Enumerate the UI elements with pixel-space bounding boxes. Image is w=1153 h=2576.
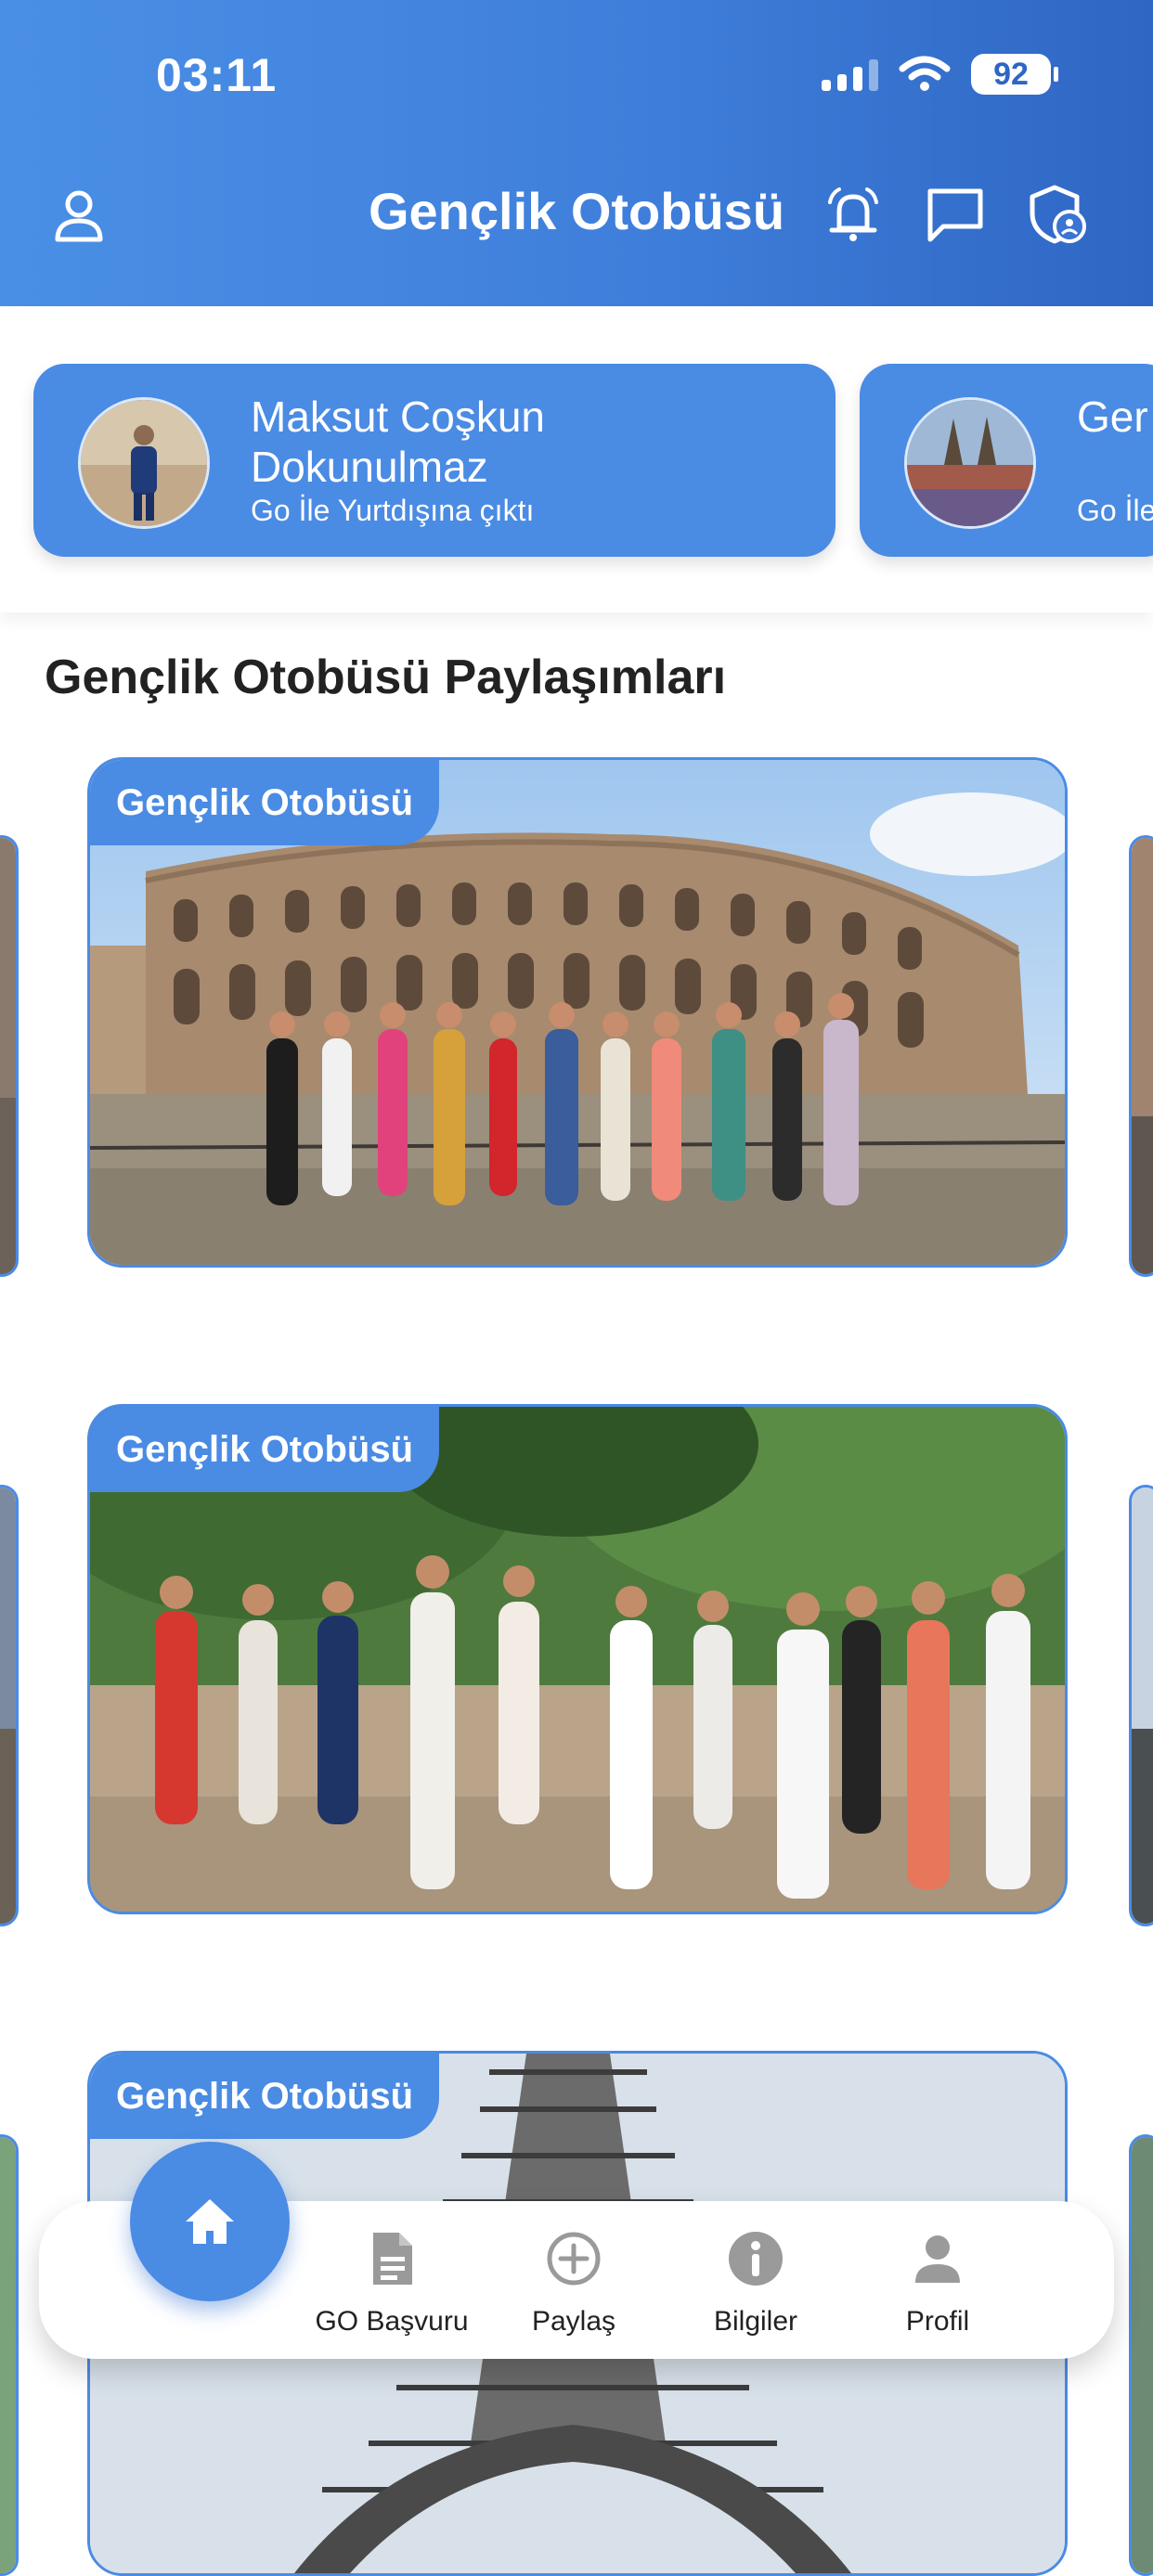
home-button[interactable]: [130, 2142, 290, 2301]
adjacent-post-card[interactable]: [1129, 1485, 1153, 1926]
avatar: [78, 397, 210, 529]
app-header: 03:11 92 Gençlik Otobüsü: [0, 0, 1153, 306]
adjacent-post-card[interactable]: [1129, 2134, 1153, 2576]
story-name: Maksut Coşkun Dokunulmaz: [251, 393, 546, 491]
adjacent-post-card[interactable]: [1129, 835, 1153, 1277]
nav-go-basvuru[interactable]: GO Başvuru: [299, 2229, 485, 2338]
notification-bell-icon[interactable]: [821, 182, 886, 247]
post-label: Gençlik Otobüsü: [90, 1407, 440, 1492]
post-card[interactable]: Gençlik Otobüsü: [87, 1404, 1068, 1914]
story-card[interactable]: Maksut Coşkun Dokunulmaz Go İle Yurtdışı…: [33, 364, 836, 557]
document-icon: [373, 2233, 412, 2285]
info-icon: [729, 2232, 783, 2286]
post-label: Gençlik Otobüsü: [90, 760, 440, 845]
message-icon[interactable]: [923, 182, 988, 247]
nav-label: Paylaş: [531, 2306, 616, 2337]
battery-indicator: 92: [971, 54, 1058, 95]
adjacent-post-card[interactable]: [0, 835, 19, 1277]
admin-shield-icon[interactable]: [1025, 182, 1090, 247]
feed-title: Gençlik Otobüsü Paylaşımları: [45, 650, 727, 704]
status-time: 03:11: [156, 49, 278, 101]
post-card[interactable]: Gençlik Otobüsü: [87, 757, 1068, 1268]
plus-circle-icon: [547, 2232, 601, 2286]
nav-label: Profil: [905, 2306, 970, 2337]
post-label: Gençlik Otobüsü: [90, 2054, 440, 2139]
story-subtitle: Go İle Yurtdışına çıktı: [251, 494, 535, 527]
story-name: Ger: [1077, 393, 1148, 441]
adjacent-post-card[interactable]: [0, 1485, 19, 1926]
stories-strip: Maksut Coşkun Dokunulmaz Go İle Yurtdışı…: [0, 306, 1153, 612]
nav-paylas[interactable]: Paylaş: [481, 2229, 667, 2338]
wifi-icon: [899, 56, 951, 91]
nav-profil[interactable]: Profil: [845, 2229, 1030, 2338]
person-icon: [915, 2235, 960, 2283]
nav-label: GO Başvuru: [315, 2306, 469, 2337]
adjacent-post-card[interactable]: [0, 2134, 19, 2576]
nav-bilgiler[interactable]: Bilgiler: [663, 2229, 849, 2338]
status-indicators: 92: [822, 54, 1058, 95]
home-icon: [186, 2199, 234, 2244]
story-card[interactable]: Ger Go İle: [860, 364, 1153, 557]
cellular-signal-icon: [822, 58, 878, 91]
nav-label: Bilgiler: [713, 2306, 798, 2337]
avatar: [904, 397, 1036, 529]
story-subtitle: Go İle: [1077, 494, 1153, 527]
